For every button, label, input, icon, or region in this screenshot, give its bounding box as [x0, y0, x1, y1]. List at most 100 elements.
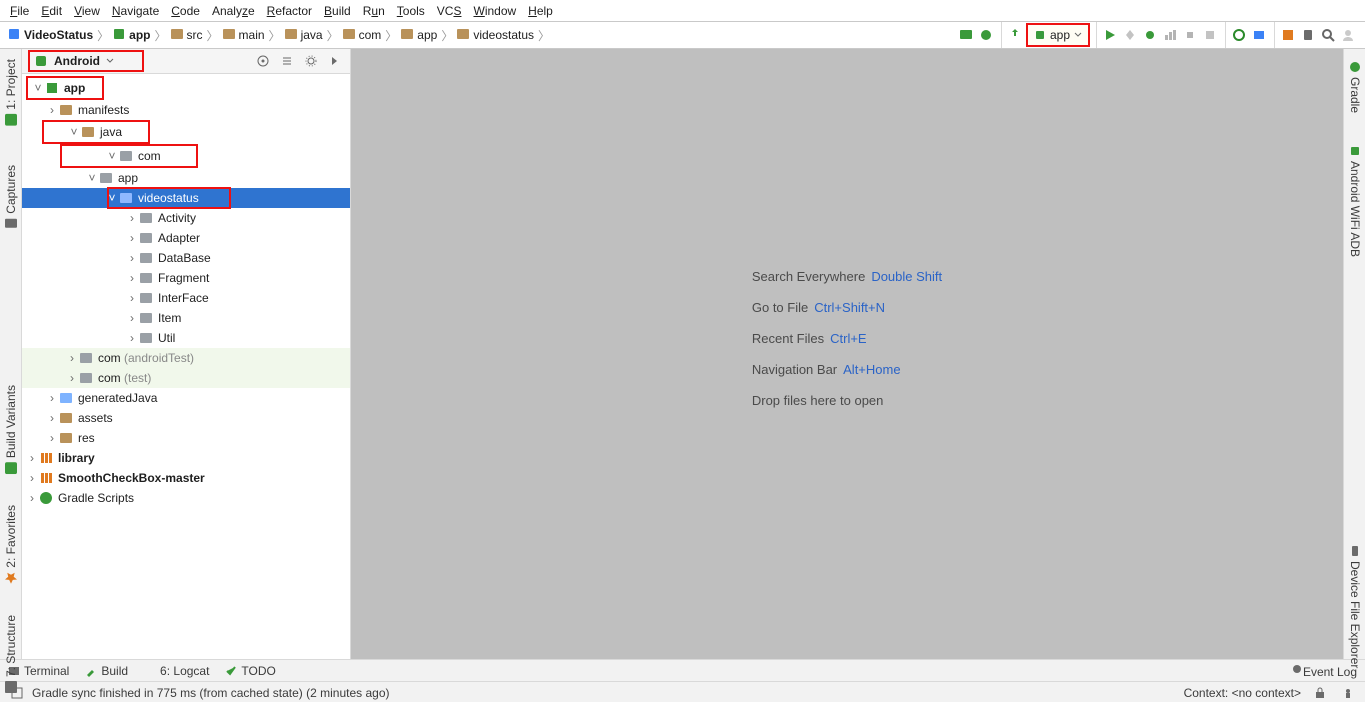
navigation-bar: VideoStatus 〉 app 〉 src〉 main〉 java〉 com… — [0, 22, 1365, 49]
tab-logcat[interactable]: 6: Logcat — [144, 664, 209, 678]
tree-node-smoothcheckbox[interactable]: ›SmoothCheckBox-master — [22, 468, 350, 488]
collapse-all-icon[interactable] — [278, 52, 296, 70]
apply-changes-icon[interactable] — [1121, 26, 1139, 44]
device-manager-icon[interactable] — [1299, 26, 1317, 44]
menu-analyze[interactable]: Analyze — [206, 4, 261, 18]
debug-icon[interactable] — [1141, 26, 1159, 44]
tree-node-app-pkg[interactable]: ˅app — [22, 168, 350, 188]
menu-file[interactable]: File — [4, 4, 35, 18]
tab-project[interactable]: 1: Project — [2, 53, 20, 132]
tree-node-item[interactable]: ›Item — [22, 308, 350, 328]
crumb-2[interactable]: src — [167, 28, 207, 42]
menu-run[interactable]: Run — [357, 4, 391, 18]
tab-build[interactable]: Build — [85, 664, 128, 678]
cast-icon[interactable] — [957, 26, 975, 44]
tab-structure[interactable]: 7: Structure — [2, 609, 20, 699]
project-mode-selector[interactable]: Android — [28, 50, 144, 72]
sdk-manager-icon[interactable] — [1250, 26, 1268, 44]
tree-node-java[interactable]: ˅java — [42, 120, 150, 144]
tab-captures[interactable]: Captures — [2, 159, 20, 236]
folder-icon — [223, 28, 235, 42]
search-icon[interactable] — [1319, 26, 1337, 44]
tree-node-videostatus[interactable]: ˅videostatus — [22, 188, 350, 208]
gradle-icon — [1349, 61, 1361, 73]
project-tree[interactable]: ˅app ›manifests ˅java ˅com ˅app ˅videost… — [22, 74, 350, 659]
camera-icon — [5, 218, 17, 230]
hector-icon[interactable] — [1339, 684, 1357, 702]
menu-window[interactable]: Window — [467, 4, 522, 18]
stop-icon[interactable] — [1201, 26, 1219, 44]
menu-edit[interactable]: Edit — [35, 4, 68, 18]
menu-navigate[interactable]: Navigate — [106, 4, 165, 18]
gradle-icon — [38, 490, 54, 506]
menu-tools[interactable]: Tools — [391, 4, 431, 18]
lock-icon[interactable] — [1311, 684, 1329, 702]
menu-view[interactable]: View — [68, 4, 106, 18]
tree-node-database[interactable]: ›DataBase — [22, 248, 350, 268]
crumb-4[interactable]: java — [281, 28, 327, 42]
tree-node-activity[interactable]: ›Activity — [22, 208, 350, 228]
tree-node-gradle-scripts[interactable]: ›Gradle Scripts — [22, 488, 350, 508]
avd-manager-icon[interactable] — [977, 26, 995, 44]
tree-node-assets[interactable]: ›assets — [22, 408, 350, 428]
crumb-6[interactable]: app — [397, 28, 441, 42]
tab-todo[interactable]: TODO — [225, 664, 275, 678]
run-configuration[interactable]: app — [1026, 23, 1090, 47]
project-icon — [5, 114, 17, 126]
attach-debugger-icon[interactable] — [1181, 26, 1199, 44]
package-icon — [138, 250, 154, 266]
tab-gradle[interactable]: Gradle — [1346, 55, 1364, 119]
menu-build[interactable]: Build — [318, 4, 357, 18]
tree-node-com[interactable]: ˅com — [60, 144, 198, 168]
tree-node-adapter[interactable]: ›Adapter — [22, 228, 350, 248]
crumb-3[interactable]: main — [219, 28, 269, 42]
tree-node-com-test[interactable]: ›com (test) — [22, 368, 350, 388]
crumb-0[interactable]: VideoStatus — [4, 28, 97, 43]
editor-empty-area[interactable]: Search EverywhereDouble Shift Go to File… — [351, 49, 1343, 659]
tree-node-app[interactable]: ˅app — [26, 76, 104, 100]
project-panel: Android ˅app ›manifests ˅java ˅com ˅app … — [22, 49, 351, 659]
status-context[interactable]: Context: <no context> — [1184, 686, 1301, 700]
layout-inspector-icon[interactable] — [1230, 26, 1248, 44]
tab-android-wifi-adb[interactable]: Android WiFi ADB — [1346, 139, 1364, 263]
menu-code[interactable]: Code — [165, 4, 206, 18]
menu-refactor[interactable]: Refactor — [261, 4, 318, 18]
package-icon — [78, 350, 94, 366]
tree-node-res[interactable]: ›res — [22, 428, 350, 448]
project-structure-icon[interactable] — [1279, 26, 1297, 44]
logcat-icon — [144, 665, 156, 677]
star-icon — [5, 572, 17, 584]
crumb-text: VideoStatus — [24, 28, 93, 42]
bottom-tool-bar: Terminal Build 6: Logcat TODO Event Log — [0, 659, 1365, 682]
tree-node-manifests[interactable]: ›manifests — [22, 100, 350, 120]
hide-icon[interactable] — [326, 52, 344, 70]
tree-node-fragment[interactable]: ›Fragment — [22, 268, 350, 288]
package-icon — [138, 330, 154, 346]
module-icon — [44, 80, 60, 96]
tree-node-generatedjava[interactable]: ›generatedJava — [22, 388, 350, 408]
tab-device-file-explorer[interactable]: Device File Explorer — [1346, 539, 1364, 674]
tab-favorites[interactable]: 2: Favorites — [2, 499, 20, 590]
crumb-7[interactable]: videostatus — [453, 28, 538, 42]
user-icon[interactable] — [1339, 26, 1357, 44]
main-area: 1: Project Captures Build Variants 2: Fa… — [0, 49, 1365, 702]
menu-help[interactable]: Help — [522, 4, 559, 18]
crumb-5[interactable]: com — [339, 28, 386, 42]
menu-vcs[interactable]: VCS — [431, 4, 468, 18]
run-icon[interactable] — [1101, 26, 1119, 44]
package-icon — [118, 148, 134, 164]
breadcrumbs[interactable]: VideoStatus 〉 app 〉 src〉 main〉 java〉 com… — [4, 27, 953, 44]
profile-icon[interactable] — [1161, 26, 1179, 44]
target-icon[interactable] — [254, 52, 272, 70]
phone-icon — [1349, 545, 1361, 557]
tree-node-library[interactable]: ›library — [22, 448, 350, 468]
sync-gradle-icon[interactable] — [1006, 26, 1024, 44]
tree-node-com-androidtest[interactable]: ›com (androidTest) — [22, 348, 350, 368]
crumb-1[interactable]: app — [109, 28, 154, 43]
todo-icon — [225, 665, 237, 677]
gear-icon[interactable] — [302, 52, 320, 70]
folder-icon — [171, 28, 183, 42]
tree-node-interface[interactable]: ›InterFace — [22, 288, 350, 308]
tab-build-variants[interactable]: Build Variants — [2, 379, 20, 480]
tree-node-util[interactable]: ›Util — [22, 328, 350, 348]
